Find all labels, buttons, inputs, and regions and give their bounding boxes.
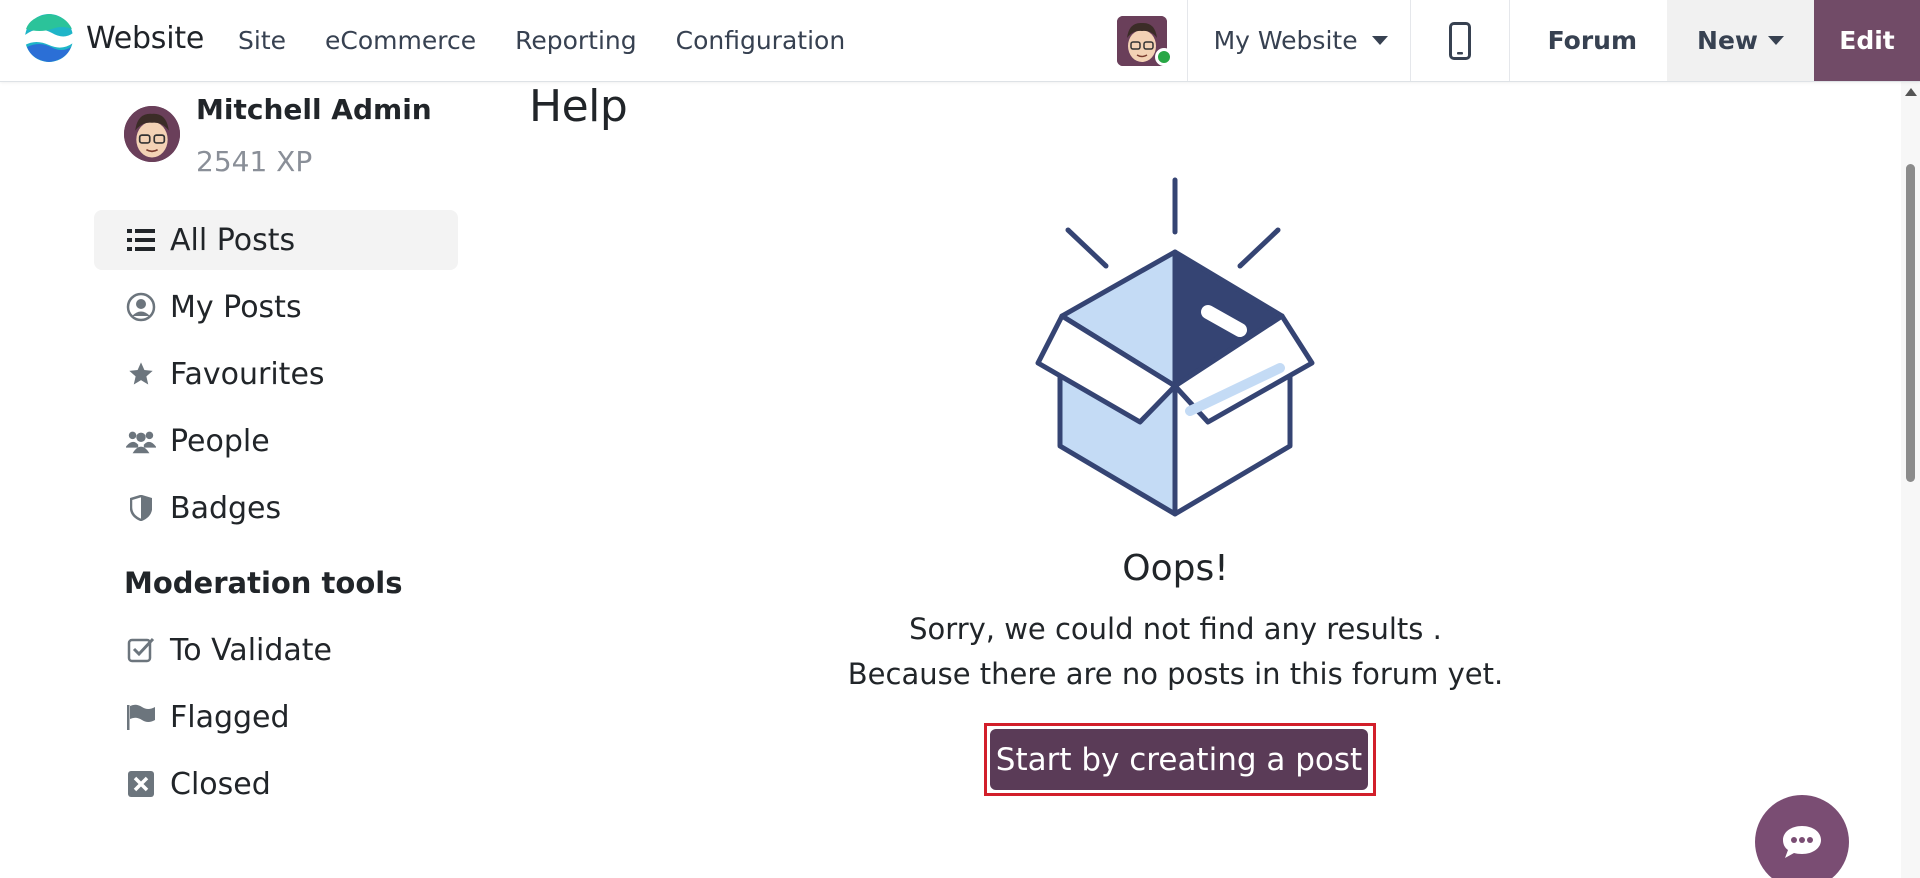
sidebar-item-favourites[interactable]: Favourites <box>94 344 458 404</box>
website-selector-label: My Website <box>1213 26 1358 55</box>
sidebar-item-badges[interactable]: Badges <box>94 478 458 538</box>
new-button-label: New <box>1697 26 1758 55</box>
empty-box-illustration <box>1035 177 1315 517</box>
page-scrollbar[interactable] <box>1901 82 1920 878</box>
brand[interactable]: Website <box>24 13 204 63</box>
scroll-up-arrow-icon[interactable] <box>1905 88 1917 96</box>
empty-state-hint: Because there are no posts in this forum… <box>847 657 1504 691</box>
sidebar-item-label: All Posts <box>170 222 296 258</box>
menu-site[interactable]: Site <box>238 26 286 55</box>
forum-link[interactable]: Forum <box>1510 0 1667 81</box>
mobile-phone-icon <box>1448 21 1471 60</box>
empty-state-message: Sorry, we could not find any results . <box>909 612 1442 646</box>
menu-ecommerce[interactable]: eCommerce <box>325 26 476 55</box>
sidebar-item-my-posts[interactable]: My Posts <box>94 277 458 337</box>
chevron-down-icon <box>1768 36 1784 45</box>
avatar-face-icon <box>124 106 180 162</box>
sidebar-item-people[interactable]: People <box>94 411 458 471</box>
sidebar-item-label: Flagged <box>170 699 290 735</box>
user-menu[interactable] <box>1097 0 1187 81</box>
create-post-highlight: Start by creating a post <box>984 723 1376 796</box>
website-selector[interactable]: My Website <box>1188 0 1410 81</box>
user-card: Mitchell Admin 2541 XP <box>94 90 458 190</box>
sidebar-item-flagged[interactable]: Flagged <box>94 687 458 747</box>
user-xp: 2541 XP <box>196 145 313 178</box>
sidebar-item-label: Closed <box>170 766 271 802</box>
forum-nav: All Posts My Posts Favourites People Bad… <box>94 210 458 538</box>
brand-name: Website <box>86 20 205 56</box>
avatar[interactable] <box>124 106 180 162</box>
moderation-nav: To Validate Flagged Closed <box>94 620 458 814</box>
scrollbar-thumb[interactable] <box>1906 164 1915 482</box>
user-name[interactable]: Mitchell Admin <box>196 93 432 126</box>
sidebar-item-label: People <box>170 423 270 459</box>
list-icon <box>126 225 156 255</box>
navbar-right: My Website Forum New Edit <box>1097 0 1920 81</box>
people-icon <box>126 426 156 456</box>
page-title: Help <box>529 81 628 132</box>
close-box-icon <box>126 769 156 799</box>
forum-sidebar: Mitchell Admin 2541 XP All Posts My Post… <box>94 90 458 821</box>
chat-bubble-icon <box>1783 826 1821 858</box>
start-creating-post-button[interactable]: Start by creating a post <box>990 729 1368 790</box>
flag-icon <box>126 702 156 732</box>
sidebar-item-closed[interactable]: Closed <box>94 754 458 814</box>
mobile-preview-button[interactable] <box>1411 0 1509 81</box>
user-circle-icon <box>126 292 156 322</box>
livechat-button[interactable] <box>1755 795 1849 878</box>
sidebar-item-all-posts[interactable]: All Posts <box>94 210 458 270</box>
star-icon <box>126 359 156 389</box>
shield-icon <box>126 493 156 523</box>
sidebar-item-label: My Posts <box>170 289 302 325</box>
sidebar-item-label: Badges <box>170 490 282 526</box>
edit-button[interactable]: Edit <box>1814 0 1920 81</box>
sidebar-item-label: Favourites <box>170 356 325 392</box>
empty-state-title: Oops! <box>1122 548 1229 589</box>
new-button[interactable]: New <box>1667 0 1814 81</box>
menu-configuration[interactable]: Configuration <box>676 26 846 55</box>
online-status-dot <box>1154 48 1173 66</box>
top-navbar: Website Site eCommerce Reporting Configu… <box>0 0 1920 82</box>
website-logo-icon <box>25 14 73 62</box>
chevron-down-icon <box>1371 36 1388 45</box>
main-menu: Site eCommerce Reporting Configuration <box>238 0 884 80</box>
menu-reporting[interactable]: Reporting <box>515 26 637 55</box>
